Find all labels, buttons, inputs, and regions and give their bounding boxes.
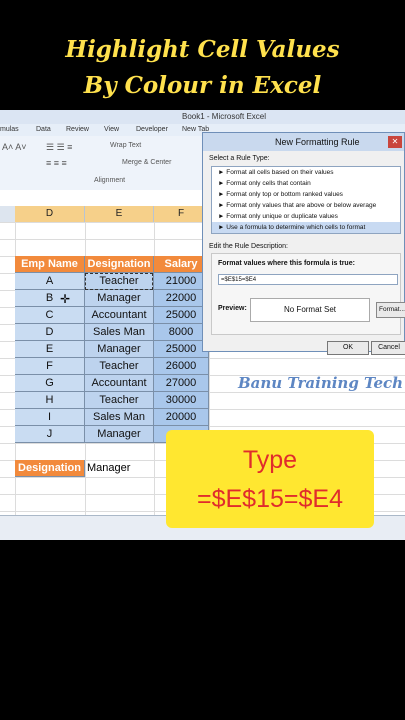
edit-rule-label: Edit the Rule Description: xyxy=(209,243,288,250)
column-header-blank xyxy=(0,206,16,222)
table-header-cell[interactable]: Designation xyxy=(85,256,154,273)
new-formatting-rule-dialog: New Formatting Rule ✕ Select a Rule Type… xyxy=(202,132,405,355)
banner-line-2: By Colour in Excel xyxy=(83,72,322,99)
dialog-titlebar: New Formatting Rule xyxy=(203,133,404,151)
column-header-f[interactable]: F xyxy=(154,206,209,222)
criteria-value[interactable]: Manager xyxy=(87,460,130,477)
banner-line-1: Highlight Cell Values xyxy=(65,36,340,63)
tab-developer[interactable]: Developer xyxy=(136,126,168,133)
watermark: Banu Training Tech xyxy=(238,374,404,392)
tab-review[interactable]: Review xyxy=(66,126,89,133)
table-cell[interactable]: 25000 xyxy=(154,307,209,324)
table-cell[interactable]: Manager xyxy=(85,290,154,307)
table-cell[interactable]: J xyxy=(15,426,85,443)
table-cell[interactable]: D xyxy=(15,324,85,341)
indent-icon[interactable]: ≡ ≡ ≡ xyxy=(46,158,67,168)
table-cell[interactable]: Sales Man xyxy=(85,324,154,341)
callout-line-2: =$E$15=$E4 xyxy=(197,485,343,513)
table-cell[interactable]: Accountant xyxy=(85,375,154,392)
table-cell[interactable]: 20000 xyxy=(154,409,209,426)
font-size-icon[interactable]: A˄ A˅ xyxy=(2,142,27,152)
format-button[interactable]: Format... xyxy=(376,302,405,318)
table-cell[interactable]: 26000 xyxy=(154,358,209,375)
alignment-group-label: Alignment xyxy=(94,177,126,184)
table-cell[interactable]: C xyxy=(15,307,85,324)
plus-cursor-icon: ✛ xyxy=(60,292,71,306)
title-banner: Highlight Cell Values By Colour in Excel xyxy=(0,0,405,110)
callout-line-1: Type xyxy=(242,446,298,474)
rule-type-item[interactable]: ► Format only values that are above or b… xyxy=(212,200,400,211)
rule-description-panel: Format values where this formula is true… xyxy=(211,253,405,335)
criteria-label: Designation xyxy=(15,460,85,477)
table-header-cell[interactable]: Salary xyxy=(154,256,209,273)
table-cell[interactable]: Manager xyxy=(85,426,154,443)
tab-data[interactable]: Data xyxy=(36,126,51,133)
table-header-cell[interactable]: Emp Name xyxy=(15,256,85,273)
rule-type-item[interactable]: ► Format only cells that contain xyxy=(212,178,400,189)
dialog-title: New Formatting Rule xyxy=(275,137,360,147)
ok-button[interactable]: OK xyxy=(327,341,369,355)
merge-center-button[interactable]: Merge & Center xyxy=(122,159,171,166)
preview-label: Preview: xyxy=(218,305,247,312)
rule-type-item[interactable]: ► Format all cells based on their values xyxy=(212,167,400,178)
wrap-text-button[interactable]: Wrap Text xyxy=(110,142,141,149)
select-rule-type-label: Select a Rule Type: xyxy=(209,155,270,162)
formula-label: Format values where this formula is true… xyxy=(218,260,355,267)
table-cell[interactable]: F xyxy=(15,358,85,375)
table-cell[interactable]: B xyxy=(15,290,85,307)
rule-type-item[interactable]: ► Format only unique or duplicate values xyxy=(212,211,400,222)
cancel-button[interactable]: Cancel xyxy=(371,341,405,355)
table-cell[interactable]: I xyxy=(15,409,85,426)
align-icon[interactable]: ☰ ☰ ≡ xyxy=(46,142,72,153)
table-cell[interactable]: Teacher xyxy=(85,358,154,375)
table-cell[interactable]: H xyxy=(15,392,85,409)
formula-callout: Type =$E$15=$E4 xyxy=(166,430,374,528)
rule-type-item[interactable]: ► Format only top or bottom ranked value… xyxy=(212,189,400,200)
column-header-e[interactable]: E xyxy=(85,206,154,222)
rule-type-item-selected[interactable]: ► Use a formula to determine which cells… xyxy=(212,222,400,233)
table-cell[interactable]: Accountant xyxy=(85,307,154,324)
table-cell[interactable]: 30000 xyxy=(154,392,209,409)
table-cell[interactable]: Manager xyxy=(85,341,154,358)
table-cell[interactable]: Teacher xyxy=(85,392,154,409)
formula-input[interactable]: =$E$15=$E4 xyxy=(218,274,398,285)
tab-formulas[interactable]: mulas xyxy=(0,126,19,133)
table-cell[interactable]: E xyxy=(15,341,85,358)
tab-view[interactable]: View xyxy=(104,126,119,133)
table-cell[interactable]: 21000 xyxy=(154,273,209,290)
copy-marquee xyxy=(85,273,153,290)
window-titlebar: Book1 - Microsoft Excel xyxy=(0,110,405,124)
table-cell[interactable]: 25000 xyxy=(154,341,209,358)
table-cell[interactable]: 8000 xyxy=(154,324,209,341)
column-header-d[interactable]: D xyxy=(15,206,85,222)
table-cell[interactable]: 22000 xyxy=(154,290,209,307)
table-cell[interactable]: A xyxy=(15,273,85,290)
preview-box: No Format Set xyxy=(250,298,370,322)
table-cell[interactable]: Sales Man xyxy=(85,409,154,426)
table-cell[interactable]: 27000 xyxy=(154,375,209,392)
window-title: Book1 - Microsoft Excel xyxy=(182,112,267,121)
table-cell[interactable]: G xyxy=(15,375,85,392)
close-icon[interactable]: ✕ xyxy=(388,136,402,148)
rule-type-list: ► Format all cells based on their values… xyxy=(211,166,401,234)
